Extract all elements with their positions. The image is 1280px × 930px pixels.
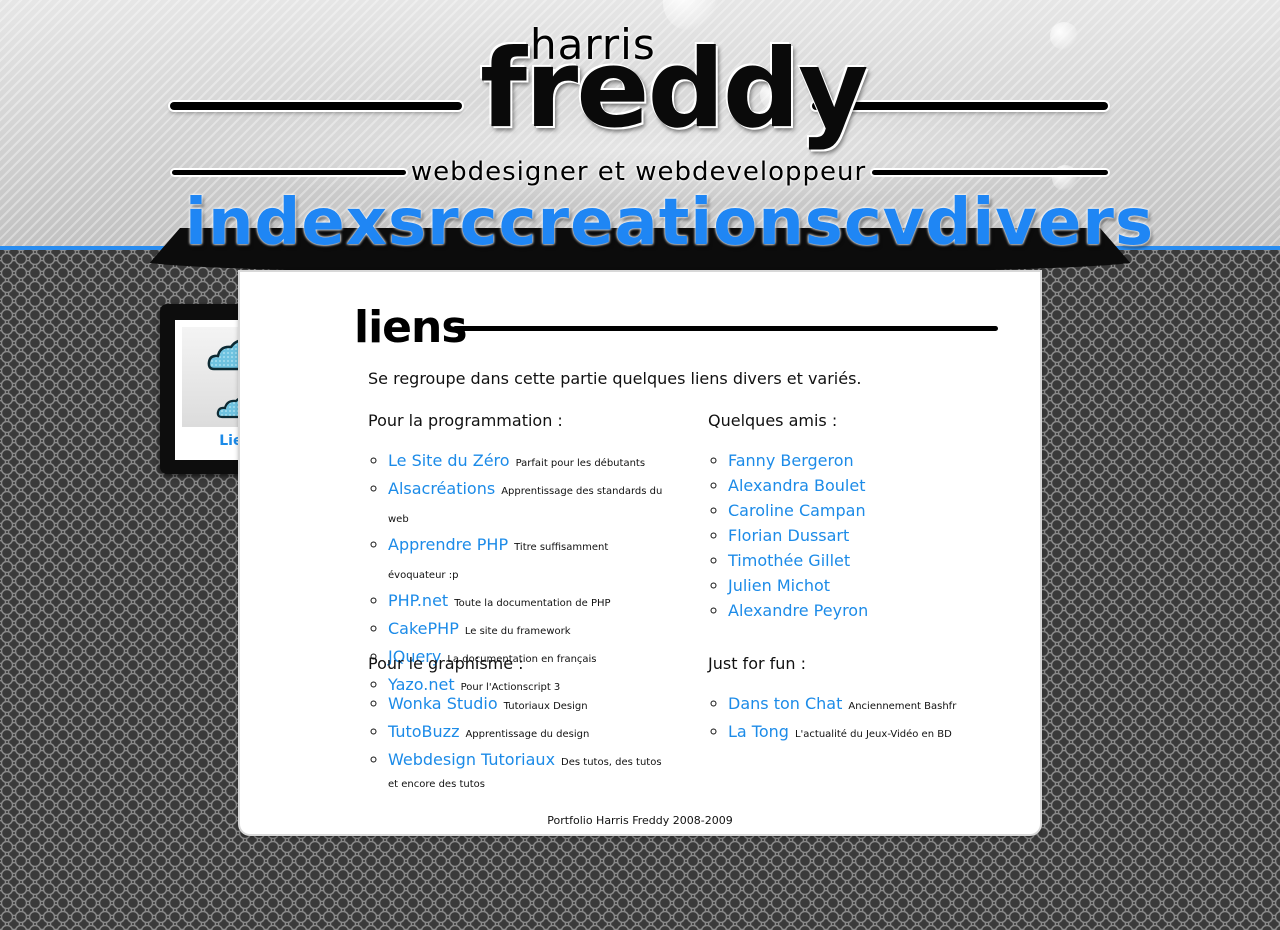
list-item: Julien Michot: [728, 573, 1008, 598]
link[interactable]: Alexandre Peyron: [728, 601, 868, 620]
section-title: Pour la programmation :: [368, 411, 563, 430]
link[interactable]: CakePHP: [388, 619, 459, 638]
link-description: Tutoriaux Design: [503, 701, 588, 712]
section-title: Pour le graphisme :: [368, 654, 524, 673]
nav-divers[interactable]: divers: [926, 188, 1155, 258]
list-item: Webdesign TutoriauxDes tutos, des tutos …: [388, 747, 668, 794]
list-item: Alexandra Boulet: [728, 473, 1008, 498]
link-list: Wonka Studio Tutoriaux Design TutoBuzz App…: [368, 691, 668, 794]
link-description: Apprentissage du design: [465, 729, 590, 740]
links-section-fun: Just for fun : Dans ton Chat Anciennement…: [708, 654, 1008, 747]
list-item: La Tong L'actualité du Jeux-Vidéo en BD: [728, 719, 1008, 747]
link-description: Le site du framework: [464, 626, 571, 637]
page-title: liens: [354, 302, 468, 353]
nav-index[interactable]: index: [185, 188, 388, 258]
link[interactable]: Alexandra Boulet: [728, 476, 865, 495]
link[interactable]: Timothée Gillet: [728, 551, 850, 570]
list-item: TutoBuzz Apprentissage du design: [388, 719, 668, 747]
header-rule-left: [170, 102, 462, 110]
section-title: Just for fun :: [708, 654, 807, 673]
link[interactable]: Dans ton Chat: [728, 694, 842, 713]
nav-cv[interactable]: cv: [844, 188, 926, 258]
logo-last-name: freddy: [480, 27, 869, 152]
link-description: L'actualité du Jeux-Vidéo en BD: [794, 729, 952, 740]
tagline-rule-right: [872, 170, 1108, 175]
list-item: Timothée Gillet: [728, 548, 1008, 573]
link[interactable]: Florian Dussart: [728, 526, 849, 545]
link[interactable]: TutoBuzz: [388, 722, 459, 741]
nav-creations[interactable]: creations: [499, 188, 844, 258]
link[interactable]: Caroline Campan: [728, 501, 866, 520]
link-list: Fanny Bergeron Alexandra Boulet Caroline…: [708, 448, 1008, 623]
list-item: Caroline Campan: [728, 498, 1008, 523]
link[interactable]: Le Site du Zéro: [388, 451, 510, 470]
link-list: Dans ton Chat Anciennement Bashfr La Tong…: [708, 691, 1008, 747]
site-tagline: webdesigner et webdeveloppeur: [410, 157, 867, 187]
intro-text: Se regroupe dans cette partie quelques l…: [368, 369, 862, 388]
list-item: AlsacréationsApprentissage des standards…: [388, 476, 668, 532]
list-item: Alexandre Peyron: [728, 598, 1008, 623]
main-nav: index src creations cv divers: [185, 188, 1153, 258]
list-item: Apprendre PHPTitre suffisamment évoquate…: [388, 532, 668, 588]
section-title: Quelques amis :: [708, 411, 838, 430]
link[interactable]: Fanny Bergeron: [728, 451, 854, 470]
list-item: Wonka Studio Tutoriaux Design: [388, 691, 668, 719]
main-content: liens Se regroupe dans cette partie quel…: [240, 272, 1040, 834]
page-footer: Portfolio Harris Freddy 2008-2009: [547, 814, 733, 827]
list-item: Dans ton Chat Anciennement Bashfr: [728, 691, 1008, 719]
link[interactable]: PHP.net: [388, 591, 448, 610]
list-item: CakePHP Le site du framework: [388, 616, 668, 644]
bubble-decoration: [1050, 22, 1078, 50]
link-description: Parfait pour les débutants: [515, 458, 646, 469]
links-section-graphisme: Pour le graphisme : Wonka Studio Tutoriau…: [368, 654, 668, 794]
title-divider: [453, 326, 998, 331]
list-item: Fanny Bergeron: [728, 448, 1008, 473]
link[interactable]: Apprendre PHP: [388, 535, 508, 554]
links-section-amis: Quelques amis : Fanny Bergeron Alexandra…: [708, 411, 1008, 623]
list-item: Le Site du Zéro Parfait pour les débutant…: [388, 448, 668, 476]
link[interactable]: Alsacréations: [388, 479, 495, 498]
link[interactable]: La Tong: [728, 722, 789, 741]
link-description: Anciennement Bashfr: [848, 701, 957, 712]
link[interactable]: Julien Michot: [728, 576, 830, 595]
list-item: Florian Dussart: [728, 523, 1008, 548]
tagline-rule-left: [172, 170, 406, 175]
link[interactable]: Wonka Studio: [388, 694, 498, 713]
link[interactable]: Webdesign Tutoriaux: [388, 750, 555, 769]
link-description: Toute la documentation de PHP: [454, 598, 611, 609]
nav-src[interactable]: src: [388, 188, 499, 258]
list-item: PHP.net Toute la documentation de PHP: [388, 588, 668, 616]
